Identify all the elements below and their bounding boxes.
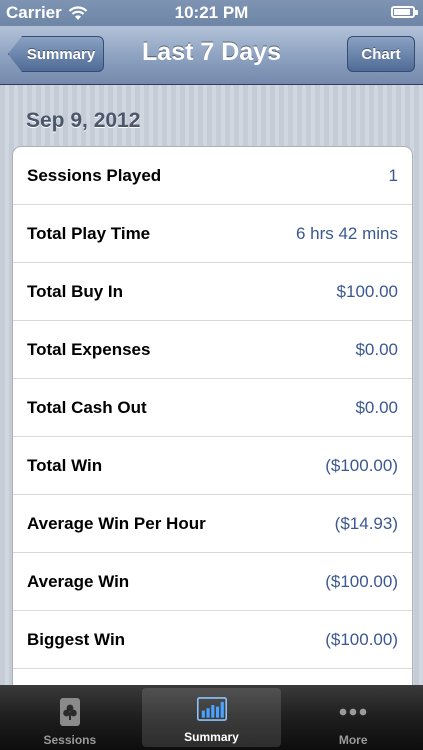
row-label: Biggest Win xyxy=(27,629,126,649)
row-value: $0.00 xyxy=(355,339,398,359)
section-date-header: Sep 9, 2012 xyxy=(26,109,141,132)
tab-more[interactable]: More xyxy=(283,685,423,750)
bar-chart-icon xyxy=(196,694,227,724)
summary-content[interactable]: Sep 9, 2012 Sessions Played 1 Total Play… xyxy=(0,85,423,685)
tab-summary[interactable]: Summary xyxy=(141,688,282,747)
row-label: Average Win Per Hour xyxy=(27,513,206,533)
navigation-bar: Summary Last 7 Days Chart xyxy=(0,26,423,85)
tab-label: Sessions xyxy=(43,733,97,747)
table-row[interactable]: Sessions Played 1 xyxy=(13,147,412,205)
table-row[interactable]: Biggest Win ($100.00) xyxy=(13,611,412,669)
tab-label: Summary xyxy=(184,730,239,744)
row-value: ($14.93) xyxy=(334,513,398,533)
tab-sessions[interactable]: Sessions xyxy=(0,685,140,750)
row-value: $100.00 xyxy=(336,281,398,301)
table-row[interactable]: Total Play Time 6 hrs 42 mins xyxy=(13,205,412,263)
status-bar: Carrier 10:21 PM xyxy=(0,0,423,26)
chart-button[interactable]: Chart xyxy=(347,36,415,72)
row-label: Total Expenses xyxy=(27,339,151,359)
row-label: Total Play Time xyxy=(27,223,151,243)
row-label: Total Win xyxy=(27,455,103,475)
row-label: Sessions Played xyxy=(27,165,162,185)
row-value: ($100.00) xyxy=(325,571,398,591)
row-value: 6 hrs 42 mins xyxy=(295,223,398,243)
row-value: 1 xyxy=(388,165,398,185)
stats-table: Sessions Played 1 Total Play Time 6 hrs … xyxy=(12,146,413,685)
table-row[interactable]: Total Expenses $0.00 xyxy=(13,321,412,379)
more-dots-icon xyxy=(338,697,368,727)
table-row[interactable]: Average Win ($100.00) xyxy=(13,553,412,611)
row-label: Average Win xyxy=(27,571,130,591)
table-row[interactable]: Total Win ($100.00) xyxy=(13,437,412,495)
row-value: ($100.00) xyxy=(325,455,398,475)
battery-icon xyxy=(391,6,418,18)
row-value: $0.00 xyxy=(355,397,398,417)
club-card-icon xyxy=(55,697,85,727)
tab-bar: Sessions Summary More xyxy=(0,685,423,750)
row-value: ($100.00) xyxy=(325,629,398,649)
table-row[interactable]: Average Win Per Hour ($14.93) xyxy=(13,495,412,553)
table-row[interactable]: Total Cash Out $0.00 xyxy=(13,379,412,437)
status-time: 10:21 PM xyxy=(174,3,249,22)
table-row[interactable]: Total Buy In $100.00 xyxy=(13,263,412,321)
row-label: Total Cash Out xyxy=(27,397,147,417)
tab-label: More xyxy=(338,733,368,747)
row-label: Total Buy In xyxy=(27,281,124,301)
table-row[interactable] xyxy=(13,669,412,685)
